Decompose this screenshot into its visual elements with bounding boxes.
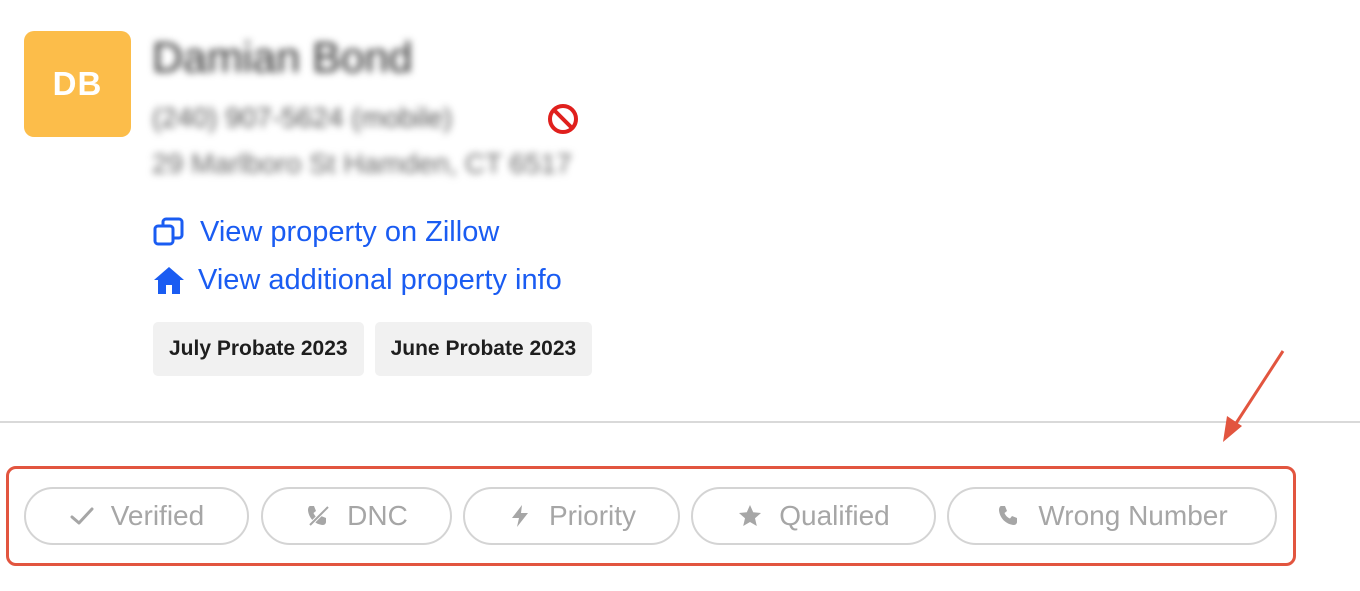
contact-address: 29 Marlboro St Hamden, CT 6517 — [152, 148, 572, 179]
external-window-icon — [152, 215, 186, 249]
dnc-label: DNC — [347, 500, 408, 531]
verified-label: Verified — [110, 500, 205, 531]
verified-button[interactable]: Verified — [24, 487, 249, 545]
wrong-number-label: Wrong Number — [1038, 500, 1228, 531]
check-icon — [69, 503, 95, 529]
contact-phone[interactable]: (240) 907-5624 (mobile) — [152, 102, 452, 134]
avatar: DB — [24, 31, 131, 137]
tag-badge[interactable]: June Probate 2023 — [374, 322, 593, 376]
list-tags: July Probate 2023 June Probate 2023 — [153, 322, 593, 376]
annotation-arrow — [1223, 350, 1285, 442]
qualified-button[interactable]: Qualified — [691, 487, 936, 545]
priority-label: Priority — [548, 500, 637, 531]
property-info-link-label: View additional property info — [198, 263, 562, 296]
no-entry-icon — [546, 102, 580, 136]
tag-badge[interactable]: July Probate 2023 — [153, 322, 364, 376]
star-icon — [737, 503, 763, 529]
divider — [0, 421, 1360, 423]
zillow-link[interactable]: View property on Zillow — [152, 215, 499, 249]
phone-icon — [996, 503, 1022, 529]
qualified-label: Qualified — [779, 500, 890, 531]
contact-name: Damian Bond — [152, 34, 413, 82]
wrong-number-button[interactable]: Wrong Number — [947, 487, 1277, 545]
home-icon — [152, 263, 186, 297]
zillow-link-label: View property on Zillow — [200, 215, 500, 248]
contact-detail-panel: DB Damian Bond (240) 907-5624 (mobile) 2… — [0, 0, 1360, 591]
dnc-button[interactable]: DNC — [261, 487, 452, 545]
lightning-icon — [507, 503, 533, 529]
priority-button[interactable]: Priority — [463, 487, 680, 545]
property-info-link[interactable]: View additional property info — [152, 263, 562, 297]
phone-slash-icon — [305, 503, 331, 529]
